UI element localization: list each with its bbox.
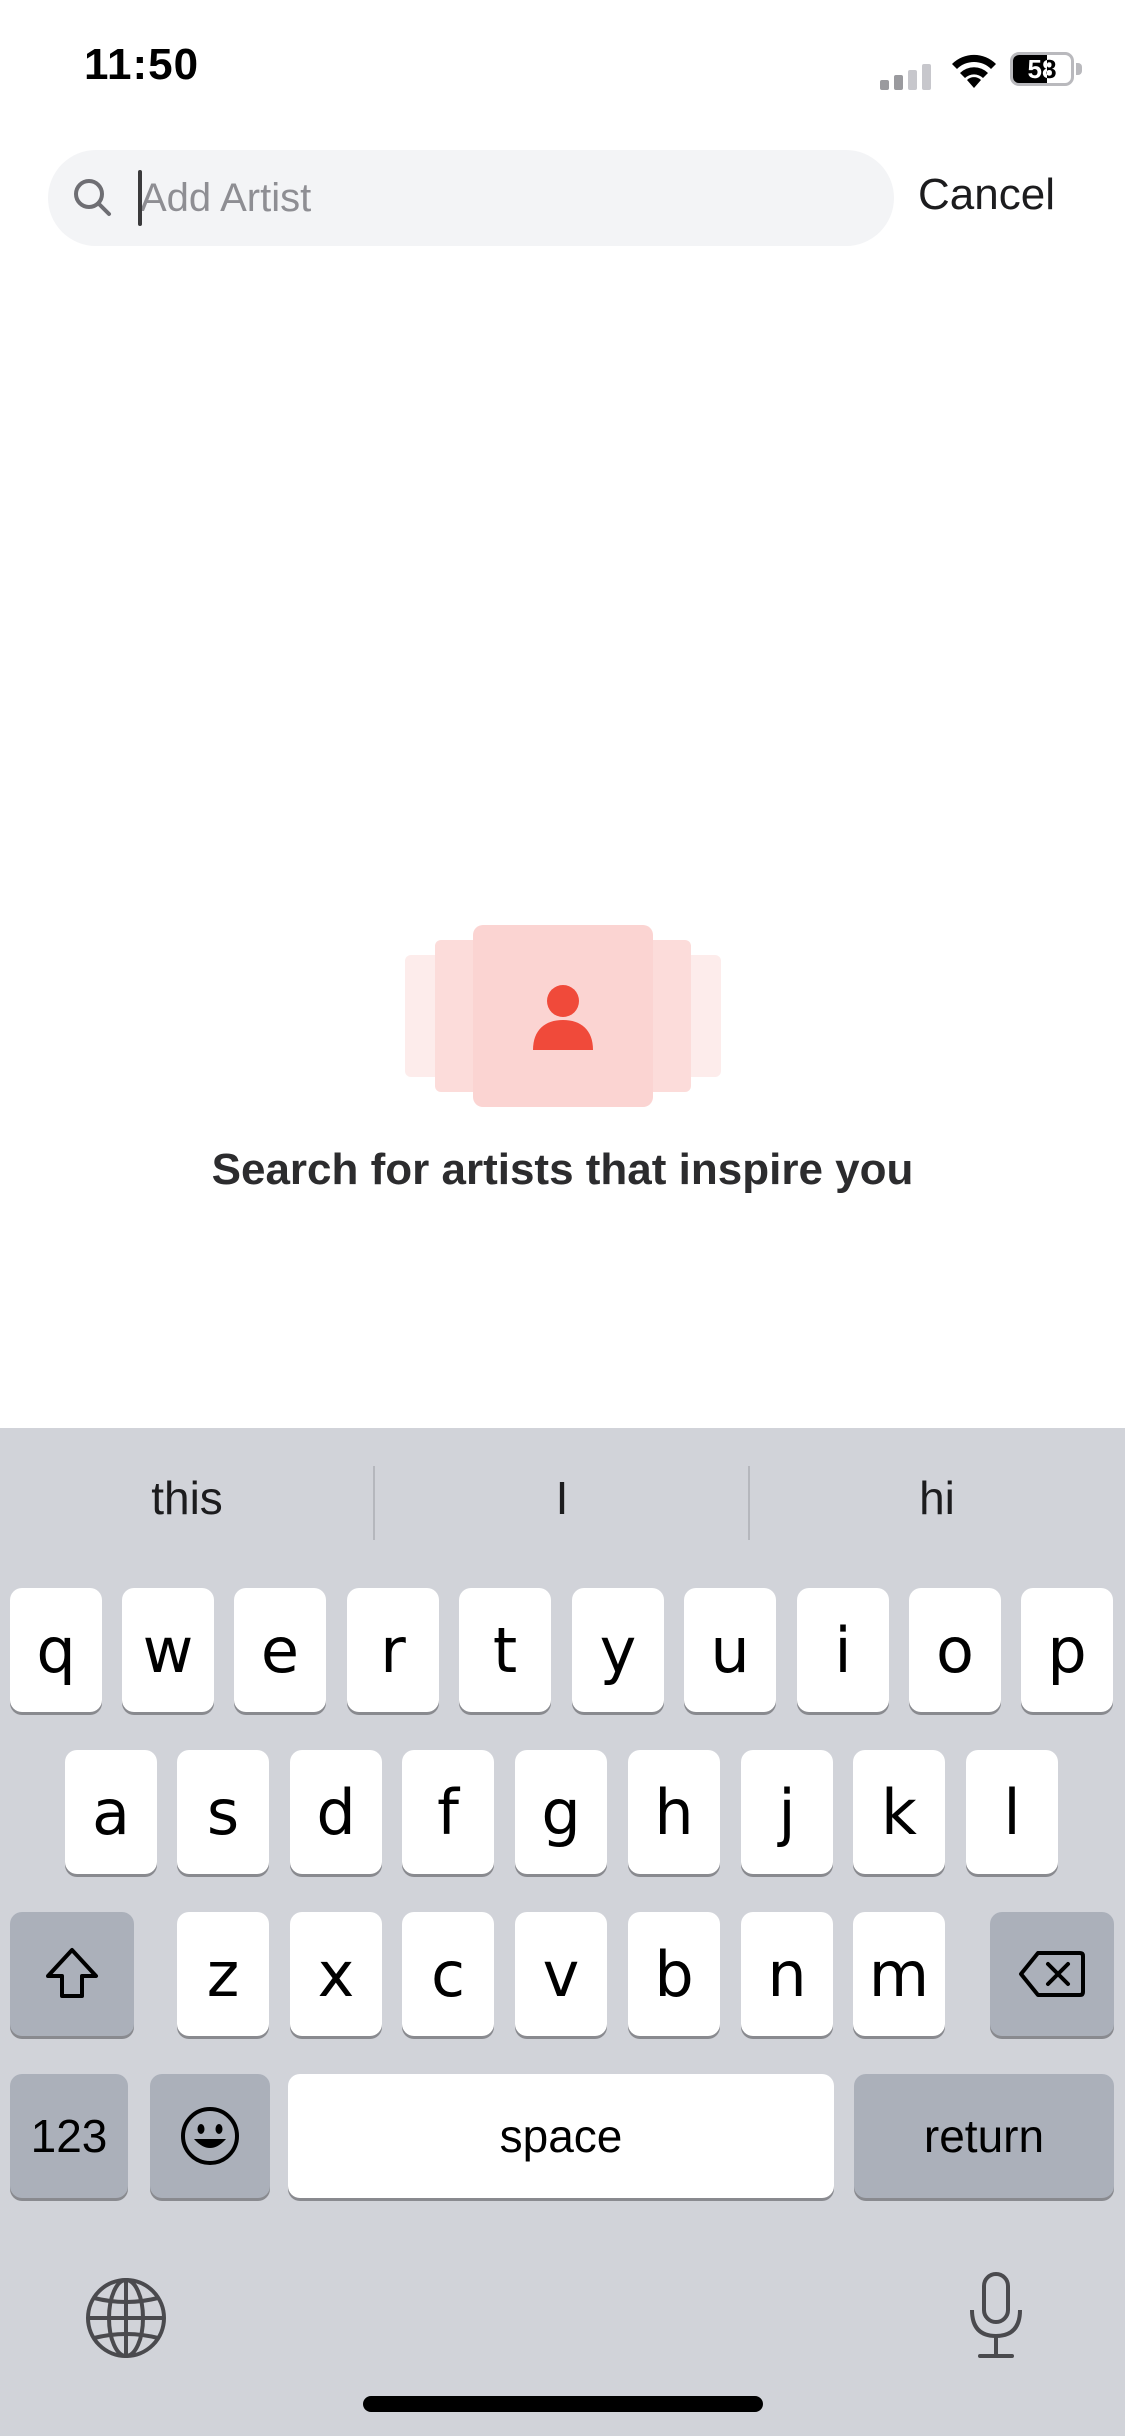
key-s[interactable]: s bbox=[177, 1750, 269, 1874]
key-o[interactable]: o bbox=[909, 1588, 1001, 1712]
space-key[interactable]: space bbox=[288, 2074, 834, 2198]
signal-icon bbox=[880, 64, 931, 90]
microphone-icon[interactable] bbox=[966, 2270, 1026, 2360]
key-c[interactable]: c bbox=[402, 1912, 494, 2036]
key-p[interactable]: p bbox=[1021, 1588, 1113, 1712]
key-l[interactable]: l bbox=[966, 1750, 1058, 1874]
key-m[interactable]: m bbox=[853, 1912, 945, 2036]
key-w[interactable]: w bbox=[122, 1588, 214, 1712]
emoji-icon bbox=[181, 2107, 239, 2165]
return-key[interactable]: return bbox=[854, 2074, 1114, 2198]
key-j[interactable]: j bbox=[741, 1750, 833, 1874]
key-u[interactable]: u bbox=[684, 1588, 776, 1712]
key-q[interactable]: q bbox=[10, 1588, 102, 1712]
cancel-button[interactable]: Cancel bbox=[918, 170, 1055, 220]
key-n[interactable]: n bbox=[741, 1912, 833, 2036]
suggestion-2[interactable]: I bbox=[375, 1448, 749, 1548]
key-h[interactable]: h bbox=[628, 1750, 720, 1874]
battery-icon: 58 bbox=[1010, 52, 1084, 86]
emoji-key[interactable] bbox=[150, 2074, 270, 2198]
key-y[interactable]: y bbox=[572, 1588, 664, 1712]
shift-icon bbox=[46, 1948, 98, 1998]
text-cursor bbox=[138, 170, 142, 226]
wifi-icon bbox=[952, 54, 996, 88]
search-input[interactable] bbox=[140, 150, 870, 246]
shift-key[interactable] bbox=[10, 1912, 134, 2036]
artist-placeholder-illustration bbox=[405, 925, 721, 1107]
key-k[interactable]: k bbox=[853, 1750, 945, 1874]
key-e[interactable]: e bbox=[234, 1588, 326, 1712]
home-indicator[interactable] bbox=[363, 2396, 763, 2412]
globe-icon[interactable] bbox=[84, 2276, 168, 2360]
delete-icon bbox=[1019, 1951, 1085, 1997]
key-v[interactable]: v bbox=[515, 1912, 607, 2036]
key-r[interactable]: r bbox=[347, 1588, 439, 1712]
suggestion-1[interactable]: this bbox=[0, 1448, 374, 1548]
key-z[interactable]: z bbox=[177, 1912, 269, 2036]
key-d[interactable]: d bbox=[290, 1750, 382, 1874]
numbers-key[interactable]: 123 bbox=[10, 2074, 128, 2198]
battery-level: 58 bbox=[1027, 54, 1057, 84]
search-icon bbox=[74, 179, 111, 216]
key-t[interactable]: t bbox=[459, 1588, 551, 1712]
status-time: 11:50 bbox=[84, 40, 200, 89]
key-a[interactable]: a bbox=[65, 1750, 157, 1874]
suggestion-3[interactable]: hi bbox=[750, 1448, 1124, 1548]
key-b[interactable]: b bbox=[628, 1912, 720, 2036]
key-x[interactable]: x bbox=[290, 1912, 382, 2036]
key-f[interactable]: f bbox=[402, 1750, 494, 1874]
empty-state-message: Search for artists that inspire you bbox=[211, 1145, 914, 1194]
delete-key[interactable] bbox=[990, 1912, 1114, 2036]
key-i[interactable]: i bbox=[797, 1588, 889, 1712]
key-g[interactable]: g bbox=[515, 1750, 607, 1874]
